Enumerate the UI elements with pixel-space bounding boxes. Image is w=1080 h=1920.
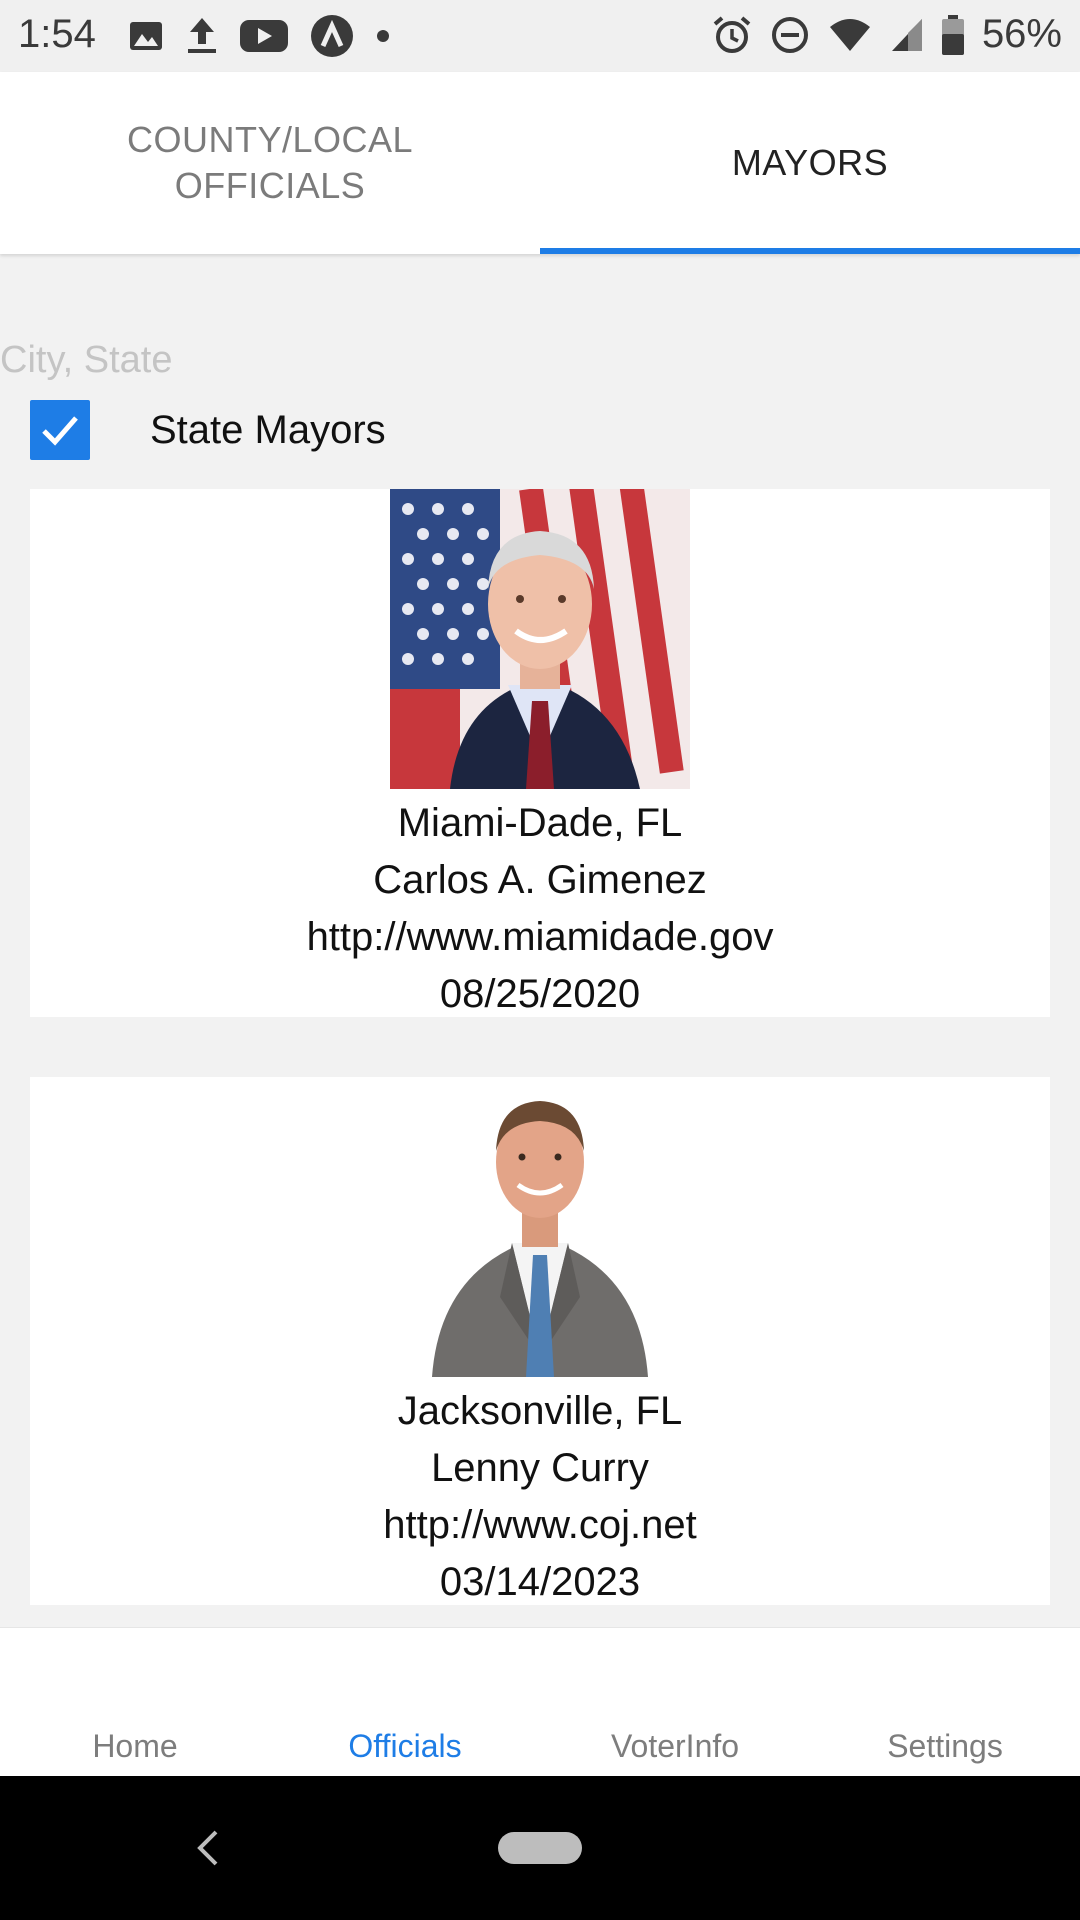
state-mayors-checkbox[interactable] <box>30 400 90 460</box>
dot-icon <box>376 29 390 43</box>
mayor-card[interactable]: Miami-Dade, FL Carlos A. Gimenez http://… <box>30 489 1050 1017</box>
state-mayors-filter[interactable]: State Mayors <box>30 400 386 460</box>
bottom-navigation: Home Officials VoterInfo Settings <box>0 1627 1080 1777</box>
wifi-icon <box>828 17 872 53</box>
mayor-term-date: 03/14/2023 <box>439 1560 641 1604</box>
app-a-icon <box>310 14 354 58</box>
mayor-term-date: 08/25/2020 <box>439 972 641 1016</box>
mayor-photo <box>390 1077 690 1377</box>
nav-voterinfo[interactable]: VoterInfo <box>540 1728 810 1765</box>
home-pill-button[interactable] <box>498 1832 582 1864</box>
state-mayors-label: State Mayors <box>150 407 386 452</box>
signal-icon <box>890 17 924 53</box>
notification-icons <box>128 14 390 58</box>
battery-percent: 56% <box>981 12 1062 56</box>
mayor-location: Jacksonville, FL <box>397 1389 683 1433</box>
back-icon[interactable] <box>192 1828 222 1873</box>
mayor-photo <box>390 489 690 789</box>
nav-home[interactable]: Home <box>0 1728 270 1765</box>
youtube-icon <box>240 18 288 54</box>
nav-officials[interactable]: Officials <box>270 1728 540 1765</box>
city-state-search-input[interactable] <box>0 330 1080 390</box>
mayor-details: Miami-Dade, FL Carlos A. Gimenez http://… <box>30 795 1050 1023</box>
image-icon <box>128 18 164 54</box>
top-tab-bar: COUNTY/LOCAL OFFICIALS MAYORS <box>0 72 1080 254</box>
mayor-name: Carlos A. Gimenez <box>373 858 707 902</box>
tab-label: MAYORS <box>731 142 889 183</box>
tab-county-local-officials[interactable]: COUNTY/LOCAL OFFICIALS <box>0 72 540 254</box>
active-tab-indicator <box>540 248 1080 254</box>
dnd-icon <box>770 15 810 55</box>
system-navigation-bar <box>0 1776 1080 1920</box>
mayor-website-link[interactable]: http://www.coj.net <box>30 1497 1050 1554</box>
nav-settings[interactable]: Settings <box>810 1728 1080 1765</box>
tab-label-line1: COUNTY/LOCAL <box>126 119 414 160</box>
mayor-website-link[interactable]: http://www.miamidade.gov <box>30 909 1050 966</box>
mayor-location: Miami-Dade, FL <box>397 801 683 845</box>
tab-label-line2: OFFICIALS <box>174 165 366 206</box>
status-bar: 1:54 56% <box>0 0 1080 72</box>
alarm-icon <box>712 15 752 55</box>
mayor-card[interactable]: Jacksonville, FL Lenny Curry http://www.… <box>30 1077 1050 1605</box>
tab-mayors[interactable]: MAYORS <box>540 72 1080 254</box>
mayor-details: Jacksonville, FL Lenny Curry http://www.… <box>30 1383 1050 1611</box>
system-icons: 56% <box>712 12 1062 57</box>
mayor-name: Lenny Curry <box>431 1446 649 1490</box>
status-time: 1:54 <box>18 12 96 56</box>
checkmark-icon <box>42 416 78 446</box>
battery-icon <box>941 14 964 55</box>
upload-icon <box>186 16 218 56</box>
